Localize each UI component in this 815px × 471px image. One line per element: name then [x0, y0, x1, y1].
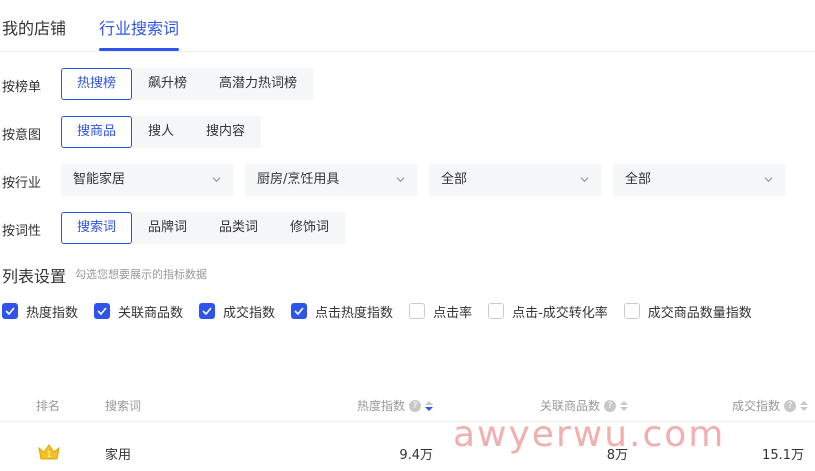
checkbox-checked-icon: [2, 303, 18, 319]
help-icon[interactable]: ?: [409, 399, 421, 412]
metric-checkboxes: 热度指数 关联商品数 成交指数 点击热度指数 点击率 点击-成交转化率 成交商品…: [2, 301, 768, 321]
chevron-down-icon: [212, 177, 221, 183]
option-search-term[interactable]: 搜索词: [61, 212, 133, 244]
help-icon[interactable]: ?: [604, 399, 616, 412]
top-tabs: 我的店铺 行业搜索词: [0, 0, 815, 52]
tab-my-store[interactable]: 我的店铺: [2, 15, 66, 39]
intent-segmented-control: 搜商品 搜人 搜内容: [61, 116, 262, 148]
checkbox-click-conversion-rate[interactable]: 点击-成交转化率: [488, 302, 608, 321]
checkbox-label: 关联商品数: [118, 305, 184, 321]
checkbox-unchecked-icon: [488, 303, 505, 319]
word-type-segmented-control: 搜索词 品牌词 品类词 修饰词: [61, 212, 346, 244]
checkbox-label: 热度指数: [26, 305, 79, 321]
checkbox-label: 成交指数: [223, 305, 276, 321]
checkbox-related-products[interactable]: 关联商品数: [94, 302, 183, 321]
cell-heat-index: 9.4万: [399, 448, 433, 463]
filter-label-word-type: 按词性: [2, 224, 42, 239]
cell-deal-index: 15.1万: [762, 448, 804, 463]
checkbox-deal-goods-count-index[interactable]: 成交商品数量指数: [623, 302, 752, 321]
column-related-products[interactable]: 关联商品数 ?: [540, 397, 628, 414]
chevron-down-icon: [764, 177, 773, 183]
watermark-text: awyerwu.com: [453, 414, 726, 455]
option-brand-term[interactable]: 品牌词: [132, 212, 203, 244]
option-hot-search[interactable]: 热搜榜: [61, 68, 133, 100]
svg-text:1: 1: [46, 450, 51, 459]
select-value: 全部: [441, 172, 468, 187]
checkbox-label: 点击-成交转化率: [512, 305, 608, 321]
option-modifier-term[interactable]: 修饰词: [274, 212, 345, 244]
industry-select-2[interactable]: 厨房/烹饪用具: [245, 164, 417, 196]
checkbox-checked-icon: [291, 303, 308, 319]
column-keyword: 搜索词: [105, 399, 142, 413]
list-settings-title: 列表设置: [2, 267, 67, 286]
checkbox-label: 点击热度指数: [315, 305, 394, 321]
checkbox-checked-icon: [199, 303, 216, 319]
checkbox-label: 成交商品数量指数: [647, 305, 752, 321]
active-tab-indicator: [99, 48, 179, 51]
checkbox-click-rate[interactable]: 点击率: [409, 302, 472, 321]
select-value: 全部: [625, 172, 652, 187]
checkbox-heat-index[interactable]: 热度指数: [2, 302, 78, 321]
sort-icon[interactable]: [620, 400, 628, 411]
list-settings-hint: 勾选您想要展示的指标数据: [75, 268, 207, 281]
tab-industry-search-terms[interactable]: 行业搜索词: [99, 15, 179, 39]
ranking-segmented-control: 热搜榜 飙升榜 高潜力热词榜: [61, 68, 314, 100]
industry-select-3[interactable]: 全部: [429, 164, 601, 196]
filter-label-industry: 按行业: [2, 176, 42, 191]
select-value: 智能家居: [73, 172, 126, 187]
checkbox-unchecked-icon: [623, 303, 640, 319]
industry-select-4[interactable]: 全部: [613, 164, 785, 196]
industry-select-1[interactable]: 智能家居: [61, 164, 233, 196]
gold-crown-icon: 1: [38, 444, 60, 460]
option-search-goods[interactable]: 搜商品: [61, 116, 133, 148]
checkbox-deal-index[interactable]: 成交指数: [199, 302, 275, 321]
column-heat-index[interactable]: 热度指数 ?: [357, 397, 433, 414]
select-value: 厨房/烹饪用具: [257, 172, 340, 187]
filter-label-intent: 按意图: [2, 128, 42, 143]
checkbox-unchecked-icon: [409, 303, 426, 319]
checkbox-checked-icon: [94, 303, 111, 319]
cell-keyword: 家用: [105, 448, 132, 463]
option-rising[interactable]: 飙升榜: [132, 68, 203, 100]
sort-icon[interactable]: [425, 400, 433, 411]
sort-icon[interactable]: [800, 400, 808, 411]
checkbox-label: 点击率: [433, 305, 473, 321]
checkbox-click-heat-index[interactable]: 点击热度指数: [291, 302, 393, 321]
filter-label-ranking: 按榜单: [2, 80, 42, 95]
column-rank: 排名: [36, 399, 61, 413]
option-search-content[interactable]: 搜内容: [190, 116, 261, 148]
option-category-term[interactable]: 品类词: [203, 212, 274, 244]
chevron-down-icon: [580, 177, 589, 183]
column-deal-index[interactable]: 成交指数 ?: [732, 397, 808, 414]
option-search-people[interactable]: 搜人: [132, 116, 190, 148]
chevron-down-icon: [396, 177, 405, 183]
help-icon[interactable]: ?: [784, 399, 796, 412]
option-high-potential[interactable]: 高潜力热词榜: [203, 68, 313, 100]
